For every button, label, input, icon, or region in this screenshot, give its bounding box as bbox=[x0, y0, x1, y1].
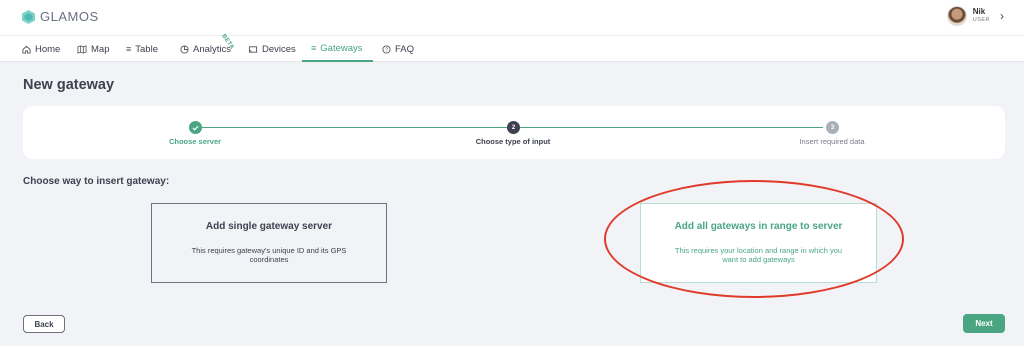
tab-label: Table bbox=[135, 43, 158, 55]
page-title: New gateway bbox=[23, 77, 115, 93]
step-3-indicator: 3 bbox=[826, 121, 839, 134]
check-icon bbox=[192, 125, 199, 131]
tab-home[interactable]: Home bbox=[22, 36, 60, 62]
step-3-label: Insert required data bbox=[799, 137, 865, 146]
tab-faq[interactable]: ? FAQ bbox=[382, 36, 414, 62]
option-all-gateways[interactable]: Add all gateways in range to server This… bbox=[640, 203, 877, 283]
step-2-indicator: 2 bbox=[507, 121, 520, 134]
map-icon bbox=[77, 44, 87, 54]
step-1-label: Choose server bbox=[168, 137, 222, 146]
svg-text:?: ? bbox=[385, 47, 388, 53]
tab-table[interactable]: ≡ Table bbox=[126, 36, 158, 62]
stepper: 2 3 Choose server Choose type of input I… bbox=[23, 106, 1005, 159]
back-button[interactable]: Back bbox=[23, 315, 65, 333]
step-2-label: Choose type of input bbox=[475, 137, 551, 146]
option-title: Add all gateways in range to server bbox=[674, 221, 843, 232]
tab-devices[interactable]: Devices bbox=[248, 36, 296, 62]
chevron-right-icon[interactable]: › bbox=[1000, 9, 1004, 23]
option-description: This requires gateway's unique ID and it… bbox=[191, 246, 347, 265]
step-1-indicator bbox=[189, 121, 202, 134]
tab-label: Home bbox=[35, 43, 61, 55]
top-bar: GLAMOS Nik USER › bbox=[0, 0, 1024, 35]
next-button[interactable]: Next bbox=[963, 314, 1005, 333]
home-icon bbox=[22, 45, 31, 54]
logo-text: GLAMOS bbox=[40, 9, 99, 24]
user-menu[interactable]: Nik USER › bbox=[946, 6, 1004, 26]
user-role: USER bbox=[972, 17, 990, 24]
tab-label: Map bbox=[91, 43, 110, 55]
pie-chart-icon bbox=[180, 44, 189, 54]
step-connector bbox=[519, 127, 823, 128]
avatar bbox=[946, 6, 967, 26]
user-name: Nik bbox=[972, 7, 986, 17]
logo[interactable]: GLAMOS bbox=[22, 9, 99, 24]
tab-map[interactable]: Map bbox=[77, 36, 109, 62]
tab-label: FAQ bbox=[395, 43, 415, 55]
tab-label: Devices bbox=[262, 43, 296, 55]
step-connector bbox=[202, 127, 514, 128]
tab-label: Gateways bbox=[320, 42, 363, 54]
option-single-gateway[interactable]: Add single gateway server This requires … bbox=[151, 203, 387, 283]
section-label: Choose way to insert gateway: bbox=[23, 176, 170, 187]
logo-icon bbox=[22, 9, 35, 24]
list-icon: ≡ bbox=[311, 43, 317, 53]
tab-gateways[interactable]: ≡ Gateways bbox=[302, 36, 373, 62]
option-description: This requires your location and range in… bbox=[674, 246, 843, 265]
option-title: Add single gateway server bbox=[205, 221, 333, 232]
nav-bar: Home Map ≡ Table Analytics BETA Devices … bbox=[0, 33, 1024, 62]
cast-icon bbox=[248, 45, 258, 53]
list-icon: ≡ bbox=[126, 44, 132, 54]
help-circle-icon: ? bbox=[382, 44, 391, 53]
